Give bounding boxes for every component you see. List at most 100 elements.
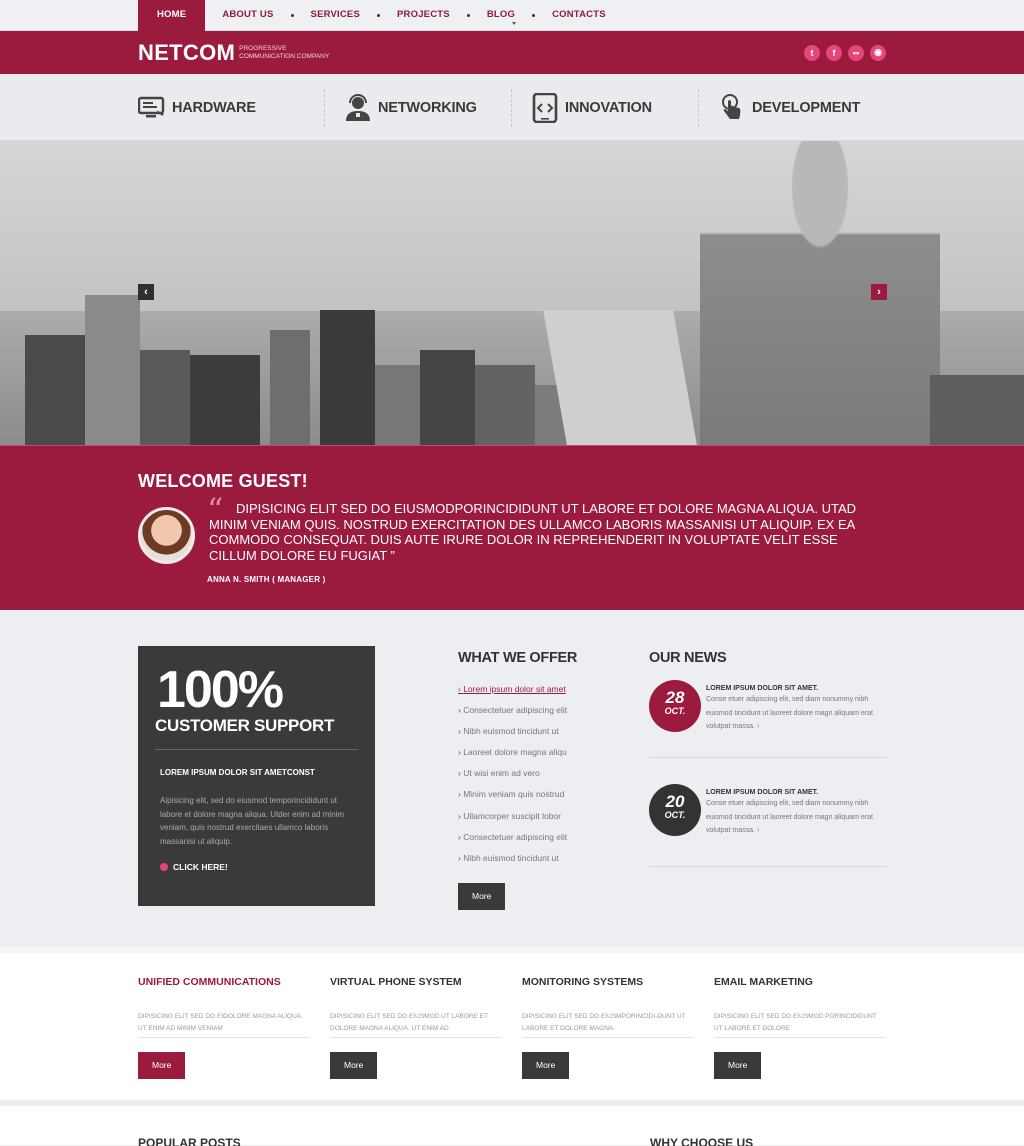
nav-about-us[interactable]: ABOUT US [205, 0, 290, 31]
feature-more-button[interactable]: More [330, 1052, 378, 1079]
hero-building [140, 350, 190, 445]
offer-link[interactable]: Nibh euismod tincidunt ut [458, 848, 628, 869]
monitor-icon [138, 94, 166, 122]
welcome-title: WELCOME GUEST! [138, 471, 308, 491]
rss-icon[interactable]: ◉ [870, 44, 886, 61]
hero-building [85, 295, 140, 445]
feature-more-button[interactable]: More [714, 1052, 762, 1079]
news-day: 28 [665, 688, 685, 707]
hero-person [700, 141, 940, 445]
hero-building [270, 330, 310, 445]
support-percentage: 100% [157, 661, 284, 719]
feature-card: VIRTUAL PHONE SYSTEM DIPISICING ELIT SED… [330, 953, 502, 1079]
nav-blog[interactable]: BLOG [470, 0, 532, 31]
slider-prev-arrow[interactable]: ‹ [138, 284, 154, 300]
service-label: DEVELOPMENT [752, 99, 861, 116]
divider [155, 749, 358, 750]
service-innovation[interactable]: INNOVATION [512, 88, 699, 127]
quote-text: DIPISICING ELIT SED DO EIUSMODPORINCIDID… [209, 501, 857, 563]
hero-laptop [543, 310, 697, 445]
feature-text: DIPISICING ELIT SED DO EIUSMPORINCIDI-DU… [522, 1011, 694, 1038]
news-headline[interactable]: LOREM IPSUM DOLOR SIT AMET. [706, 789, 886, 796]
top-nav: HOME ABOUT US SERVICES PROJECTS BLOG CON… [0, 0, 1024, 31]
cta-label: CLICK HERE! [173, 862, 228, 872]
news-body: Conse etuer adipiscing elit, sed diam no… [706, 800, 873, 834]
facebook-icon[interactable]: f [826, 44, 842, 61]
logo[interactable]: NETCOM [138, 40, 235, 66]
flickr-icon[interactable]: •• [848, 44, 864, 61]
click-here-link[interactable]: CLICK HERE! [155, 862, 358, 872]
offer-link[interactable]: Lorem ipsum dolor sit amet [458, 679, 628, 700]
nav-projects[interactable]: PROJECTS [380, 0, 467, 31]
hero-building [320, 310, 375, 445]
news-headline[interactable]: LOREM IPSUM DOLOR SIT AMET. [706, 685, 886, 692]
bullet-icon [160, 863, 168, 871]
feature-title: UNIFIED COMMUNICATIONS [138, 976, 281, 988]
twitter-icon[interactable]: t [804, 44, 820, 61]
offer-link[interactable]: Minim veniam quis nostrud [458, 784, 628, 805]
hero-building [475, 365, 535, 445]
news-month: OCT. [664, 810, 686, 820]
why-choose-us-heading: WHY CHOOSE US [650, 1136, 754, 1146]
hero-slider: ‹ › [0, 141, 1024, 445]
hero-building [375, 365, 420, 445]
feature-title: EMAIL MARKETING [714, 976, 813, 988]
social-links: t f •• ◉ [804, 44, 886, 61]
offer-link[interactable]: Ullamcorper suscipit lobor [458, 806, 628, 827]
offer-title: WHAT WE OFFER [458, 650, 578, 666]
popular-posts-heading: POPULAR POSTS [138, 1136, 241, 1146]
support-box: 100% CUSTOMER SUPPORT LOREM IPSUM DOLOR … [138, 646, 375, 906]
services-strip: HARDWARE NETWORKING INNOVATION DEVELOPME… [0, 74, 1024, 141]
bottom-section: POPULAR POSTS WHY CHOOSE US [0, 1100, 1024, 1146]
support-title: CUSTOMER SUPPORT [155, 716, 335, 735]
offer-link[interactable]: Ut wisi enim ad vero [458, 763, 628, 784]
offer-link[interactable]: Consectetuer adipiscing elit [458, 700, 628, 721]
code-device-icon [531, 92, 559, 123]
news-month: OCT. [664, 706, 686, 716]
slider-next-arrow[interactable]: › [871, 284, 887, 300]
nav-services[interactable]: SERVICES [294, 0, 377, 31]
hero-building [420, 350, 475, 445]
tagline: PROGRESSIVE COMMUNICATION COMPANY [239, 45, 329, 61]
hero-building [930, 375, 1024, 445]
nav-contacts[interactable]: CONTACTS [535, 0, 623, 31]
feature-title: MONITORING SYSTEMS [522, 976, 644, 988]
news-day: 20 [665, 792, 685, 811]
service-networking[interactable]: NETWORKING [325, 88, 512, 127]
offer-more-button[interactable]: More [458, 882, 506, 910]
avatar [138, 507, 195, 564]
news-item: 20 OCT. LOREM IPSUM DOLOR SIT AMET. Cons… [649, 758, 886, 867]
touch-icon [718, 93, 746, 122]
our-news: OUR NEWS 28 OCT. LOREM IPSUM DOLOR SIT A… [649, 646, 886, 910]
feature-card: UNIFIED COMMUNICATIONS DIPISICING ELIT S… [138, 953, 310, 1079]
feature-more-button[interactable]: More [522, 1052, 570, 1079]
testimonial-quote: “ DIPISICING ELIT SED DO EIUSMODPORINCID… [207, 494, 886, 563]
feature-more-button[interactable]: More [138, 1052, 186, 1079]
feature-text: DIPISICING ELIT SED DO EIUSMOD PORINCIDI… [714, 1011, 886, 1038]
support-heading: LOREM IPSUM DOLOR SIT AMETCONST [160, 768, 315, 777]
news-item: 28 OCT. LOREM IPSUM DOLOR SIT AMET. Cons… [649, 666, 886, 758]
tagline-line2: COMMUNICATION COMPANY [239, 52, 330, 60]
service-label: NETWORKING [378, 99, 477, 116]
service-development[interactable]: DEVELOPMENT [699, 89, 886, 127]
offer-link[interactable]: Consectetuer adipiscing elit [458, 827, 628, 848]
offer-link[interactable]: Nibh euismod tincidunt ut [458, 721, 628, 742]
quote-mark-icon: “ [207, 491, 224, 529]
what-we-offer: WHAT WE OFFER Lorem ipsum dolor sit amet… [458, 646, 628, 910]
offer-link[interactable]: Laoreet dolore magna aliqu [458, 742, 628, 763]
nav-home[interactable]: HOME [138, 0, 206, 31]
news-text: LOREM IPSUM DOLOR SIT AMET. Conse etuer … [706, 680, 886, 757]
news-date: 20 OCT. [649, 784, 701, 836]
offer-list: Lorem ipsum dolor sit amet Consectetuer … [458, 679, 628, 869]
feature-card: EMAIL MARKETING DIPISICING ELIT SED DO E… [714, 953, 886, 1079]
welcome-section: WELCOME GUEST! “ DIPISICING ELIT SED DO … [0, 445, 1024, 610]
tagline-line1: PROGRESSIVE [239, 44, 287, 52]
service-label: INNOVATION [565, 99, 652, 116]
feature-text: DIPISICING ELIT SED DO EIUSMOD UT LABORE… [330, 1011, 502, 1038]
headset-user-icon [344, 93, 372, 122]
feature-card: MONITORING SYSTEMS DIPISICING ELIT SED D… [522, 953, 694, 1079]
feature-text: DIPISICING ELIT SED DO EIDOLORE MAGNA AL… [138, 1011, 310, 1038]
service-hardware[interactable]: HARDWARE [138, 88, 325, 127]
hero-building [190, 355, 260, 445]
news-title: OUR NEWS [649, 650, 727, 666]
